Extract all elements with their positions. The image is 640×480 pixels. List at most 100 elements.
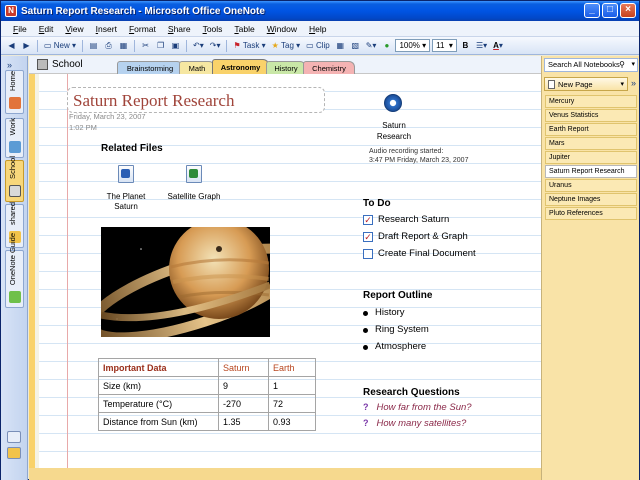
help-icon[interactable]: ● [380,39,393,53]
minimize-button[interactable]: _ [584,3,600,18]
tag-button[interactable]: ★ Tag ▾ [270,39,303,53]
new-button[interactable]: ▭ New ▾ [42,39,78,53]
search-placeholder: Search All Notebooks [548,60,620,69]
font-size-select[interactable]: 11 ▾ [432,39,457,52]
audio-recording-status: Audio recording started: 3:47 PM Friday,… [369,147,468,165]
important-data-table[interactable]: Important Data Saturn Earth Size (km) 9 … [98,358,316,431]
excel-sheet-icon[interactable] [186,165,202,183]
word-doc-icon[interactable] [118,165,134,183]
tab-brainstorming[interactable]: Brainstorming [117,61,183,74]
tab-astronomy[interactable]: Astronomy [212,59,269,75]
page-time: 1:02 PM [69,123,97,132]
todo-checkbox-checked[interactable]: ✓ [363,231,373,242]
page-tab-jupiter[interactable]: Jupiter [545,151,637,164]
todo-checkbox-checked[interactable]: ✓ [363,214,373,225]
back-icon[interactable]: ◀ [5,39,18,53]
notebook-label: Home [8,70,17,91]
page-title-box[interactable]: Saturn Report Research [67,87,325,113]
toolbar-separator [134,39,136,52]
toolbar-separator [226,39,228,52]
notebook-home[interactable]: Home [5,70,24,114]
undo-icon[interactable]: ↶▾ [191,39,206,53]
table-cell[interactable]: 9 [218,376,269,395]
menu-file[interactable]: File [7,24,33,34]
maximize-button[interactable]: □ [602,3,618,18]
close-button[interactable]: × [620,3,636,18]
saturn-image[interactable] [101,227,270,337]
tab-chemistry[interactable]: Chemistry [303,61,355,74]
collapse-nav-icon[interactable]: » [7,60,12,70]
notebook-school[interactable]: School [5,156,24,202]
menu-format[interactable]: Format [123,24,162,34]
table-cell[interactable]: Size (km) [98,376,219,395]
audio-recording-icon[interactable] [384,94,402,112]
file-label-satellite-graph[interactable]: Satellite Graph [164,192,224,202]
search-scope-dropdown-icon[interactable]: ▾ [631,59,635,71]
onenote-app-icon[interactable]: N [5,5,17,17]
insert-picture-icon[interactable]: ▧ [349,39,362,53]
table-cell[interactable]: 1 [268,376,316,395]
clip-button[interactable]: ▭ Clip [304,39,332,53]
page-tab-saturn-report-research[interactable]: Saturn Report Research [545,165,637,178]
tab-math[interactable]: Math [179,61,215,74]
page-tab-venus-statistics[interactable]: Venus Statistics [545,109,637,122]
new-page-icon [548,79,555,89]
page-tab-neptune-images[interactable]: Neptune Images [545,193,637,206]
table-cell[interactable]: 72 [268,394,316,413]
notebook-onenote-guide[interactable]: OneNote Guide [5,233,24,308]
pen-icon[interactable]: ✎▾ [364,39,379,53]
zoom-select[interactable]: 100% ▾ [395,39,431,52]
note-page[interactable]: Saturn Report Research Friday, March 23,… [39,74,543,468]
print-icon[interactable]: ⎙ [102,39,115,53]
menu-insert[interactable]: Insert [90,24,123,34]
copy-icon[interactable]: ❐ [154,39,167,53]
menu-share[interactable]: Share [162,24,197,34]
file-label-planet-saturn[interactable]: The Planet Saturn [96,192,156,212]
menu-table[interactable]: Table [228,24,260,34]
search-all-notebooks[interactable]: Search All Notebooks ⚲ ▾ [544,58,638,72]
menu-tools[interactable]: Tools [197,24,229,34]
new-page-button[interactable]: New Page ▾ [544,77,628,91]
menu-help[interactable]: Help [303,24,332,34]
chevron-down-icon[interactable]: ▾ [620,80,624,88]
table-cell[interactable]: 1.35 [218,412,269,431]
tab-history[interactable]: History [266,61,306,74]
task-button[interactable]: ⚑ Task ▾ [231,39,267,53]
bullets-icon[interactable]: ☰▾ [474,39,489,53]
menu-edit[interactable]: Edit [33,24,60,34]
cut-icon[interactable]: ✂ [139,39,152,53]
redo-icon[interactable]: ↷▾ [208,39,223,53]
table-cell[interactable]: Temperature (°C) [98,394,219,413]
outline-item[interactable]: History [363,307,405,318]
all-notebooks-icon[interactable] [7,447,21,459]
open-folder-icon[interactable]: ▤ [87,39,100,53]
menu-view[interactable]: View [59,24,89,34]
unfiled-notes-icon[interactable] [7,431,21,443]
title-bar: N Saturn Report Research - Microsoft Off… [1,1,639,21]
page-tab-mercury[interactable]: Mercury [545,95,637,108]
question-item[interactable]: ? How far from the Sun? [363,402,472,413]
table-cell[interactable]: -270 [218,394,269,413]
search-icon[interactable]: ⚲ [619,59,625,71]
related-files-heading: Related Files [101,143,163,154]
outline-item[interactable]: Atmosphere [363,341,426,352]
forward-icon[interactable]: ▶ [20,39,33,53]
paste-icon[interactable]: ▣ [169,39,182,53]
clip-label: Clip [315,41,330,50]
menu-window[interactable]: Window [261,24,303,34]
page-tab-earth-report[interactable]: Earth Report [545,123,637,136]
print-preview-icon[interactable]: ▦ [117,39,130,53]
todo-checkbox[interactable] [363,248,373,259]
table-cell[interactable]: 0.93 [268,412,316,431]
table-cell[interactable]: Distance from Sun (km) [98,412,219,431]
table-icon[interactable]: ▦ [334,39,347,53]
bold-button[interactable]: B [459,39,472,53]
notebook-work[interactable]: Work [5,118,24,158]
page-tab-pluto-references[interactable]: Pluto References [545,207,637,220]
outline-item[interactable]: Ring System [363,324,429,335]
question-item[interactable]: ? How many satellites? [363,418,466,429]
page-tab-uranus[interactable]: Uranus [545,179,637,192]
collapse-page-list-icon[interactable]: » [631,78,636,88]
page-tab-mars[interactable]: Mars [545,137,637,150]
font-color-button[interactable]: A ▾ [491,39,505,53]
